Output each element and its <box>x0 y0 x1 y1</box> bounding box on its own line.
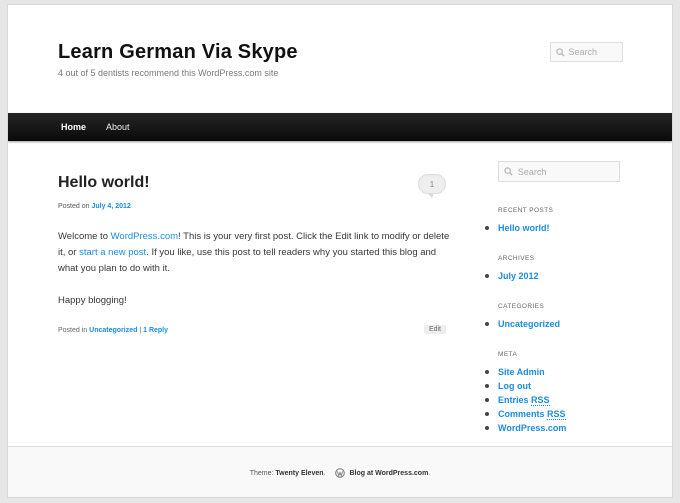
period: . <box>428 469 431 477</box>
period: . <box>323 469 326 477</box>
post-paragraph-1: Welcome to WordPress.com! This is your v… <box>58 229 450 277</box>
wordpress-link[interactable]: WordPress.com <box>111 231 178 242</box>
meta-widget: META Site Admin Log out Entries RSS Comm… <box>485 351 628 435</box>
post-date-link[interactable]: July 4, 2012 <box>91 203 130 210</box>
archive-link[interactable]: July 2012 <box>485 269 628 283</box>
comment-count: 1 <box>429 179 435 189</box>
site-title[interactable]: Learn German Via Skype <box>58 41 298 64</box>
widget-title: CATEGORIES <box>498 303 545 310</box>
link-text: July 2012 <box>498 271 539 281</box>
wordpress-com-link[interactable]: WordPress.com <box>485 421 628 435</box>
comments-rss-link[interactable]: Comments RSS <box>485 407 628 421</box>
theme-prefix: Theme: <box>249 469 274 477</box>
bullet <box>485 226 489 230</box>
rss-abbr: RSS <box>547 409 566 420</box>
link-text: WordPress.com <box>498 423 567 433</box>
post-meta: Posted on July 4, 2012 <box>58 203 131 210</box>
page: Learn German Via Skype 4 out of 5 dentis… <box>7 4 673 498</box>
bullet <box>485 398 489 402</box>
header-search-box[interactable] <box>550 42 623 62</box>
sidebar: RECENT POSTS Hello world! ARCHIVES July … <box>485 141 628 433</box>
link-text: Log out <box>498 381 531 391</box>
site-admin-link[interactable]: Site Admin <box>485 365 628 379</box>
rss-abbr: RSS <box>531 395 550 406</box>
category-link[interactable]: Uncategorized <box>89 327 137 334</box>
wordpress-logo-icon <box>335 468 346 478</box>
comment-count-bubble[interactable]: 1 <box>418 174 446 198</box>
recent-posts-widget: RECENT POSTS Hello world! <box>485 207 628 235</box>
link-text: Uncategorized <box>498 319 561 329</box>
recent-post-link[interactable]: Hello world! <box>485 221 628 235</box>
categories-widget: CATEGORIES Uncategorized <box>485 303 628 331</box>
link-text: Hello world! <box>498 223 550 233</box>
nav-item-home[interactable]: Home <box>51 113 96 141</box>
text: Welcome to <box>58 231 111 242</box>
widget-title: ARCHIVES <box>498 255 535 262</box>
bullet <box>485 412 489 416</box>
sidebar-search-input[interactable] <box>517 166 619 177</box>
bullet <box>485 274 489 278</box>
theme-link[interactable]: Twenty Eleven <box>275 470 323 477</box>
entries-rss-link[interactable]: Entries RSS <box>485 393 628 407</box>
bullet <box>485 426 489 430</box>
post-utility: Posted in Uncategorized | 1 Reply Edit <box>58 325 446 334</box>
site-footer: Theme: Twenty Eleven. Blog at WordPress.… <box>8 446 672 497</box>
link-text: Comments <box>498 409 545 419</box>
search-icon <box>503 165 515 179</box>
reply-link[interactable]: 1 Reply <box>143 327 168 334</box>
post-paragraph-2: Happy blogging! <box>58 295 127 306</box>
posted-in-prefix: Posted in <box>58 327 88 334</box>
log-out-link[interactable]: Log out <box>485 379 628 393</box>
link-text: Site Admin <box>498 367 545 377</box>
edit-link[interactable]: Edit <box>423 325 446 334</box>
sidebar-search-box[interactable] <box>498 161 620 182</box>
new-post-link[interactable]: start a new post <box>79 247 146 258</box>
separator: | <box>139 327 142 334</box>
nav-item-about[interactable]: About <box>96 113 140 141</box>
widget-title: RECENT POSTS <box>498 207 554 214</box>
bullet <box>485 322 489 326</box>
widget-title: META <box>498 351 518 358</box>
link-text: Entries <box>498 395 529 405</box>
site-header: Learn German Via Skype 4 out of 5 dentis… <box>8 5 672 113</box>
search-icon <box>555 45 566 59</box>
main-navigation: Home About <box>8 113 672 141</box>
site-description: 4 out of 5 dentists recommend this WordP… <box>58 68 279 78</box>
post-title[interactable]: Hello world! <box>58 174 150 192</box>
header-search-input[interactable] <box>568 47 622 57</box>
bullet <box>485 384 489 388</box>
archives-widget: ARCHIVES July 2012 <box>485 255 628 283</box>
post-meta-prefix: Posted on <box>58 203 90 210</box>
bullet <box>485 370 489 374</box>
category-link[interactable]: Uncategorized <box>485 317 628 331</box>
blog-at-wordpress-link[interactable]: Blog at WordPress.com <box>349 470 428 477</box>
post-content: Welcome to WordPress.com! This is your v… <box>58 229 450 325</box>
